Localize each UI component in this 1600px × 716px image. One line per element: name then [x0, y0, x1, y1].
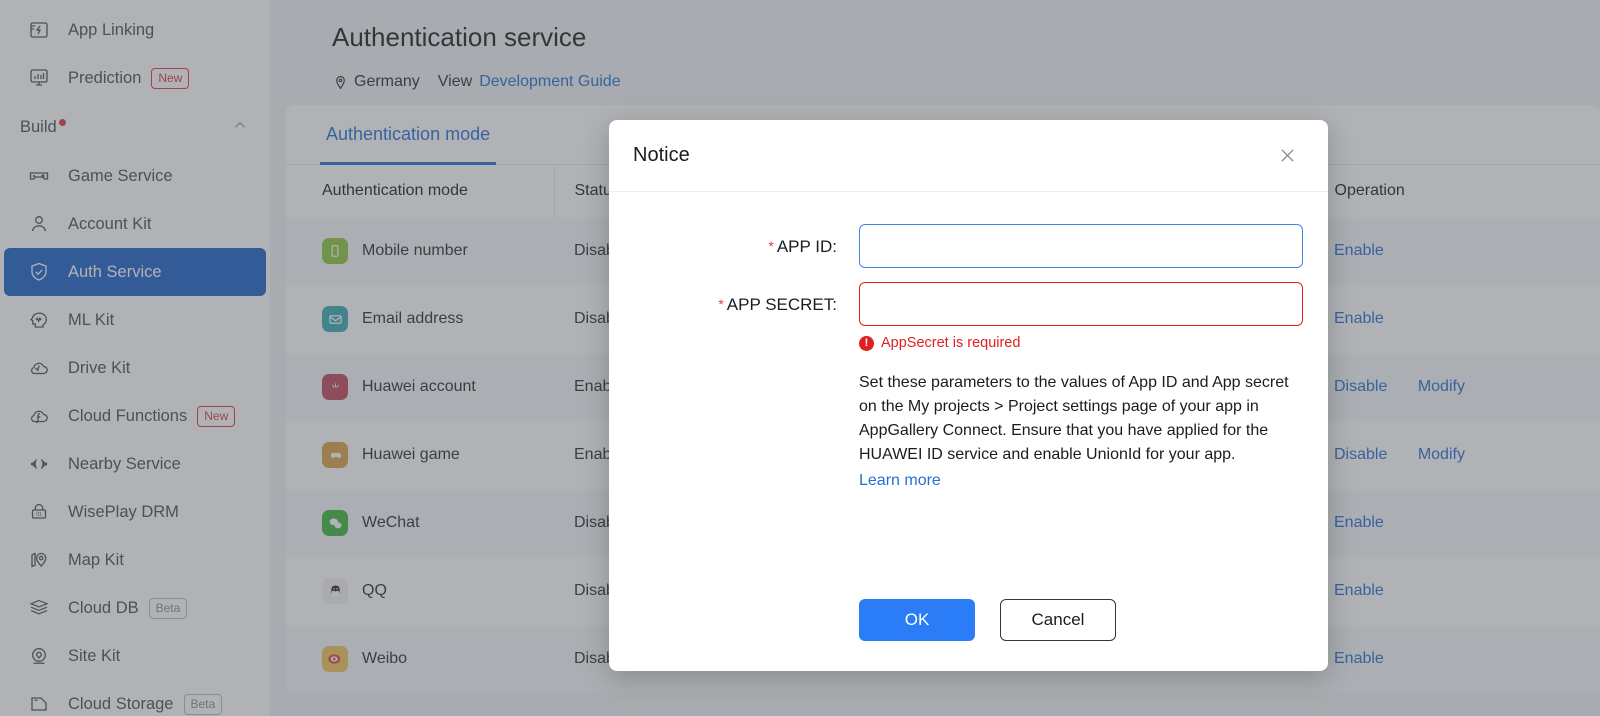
dialog-body: * APP ID: * APP SECRET: ! AppSecret is req…	[609, 192, 1328, 581]
error-text: AppSecret is required	[881, 335, 1021, 351]
notice-dialog: Notice * APP ID: * APP SECRET: ! AppSecr…	[609, 120, 1328, 671]
field-row-app-secret: * APP SECRET: ! AppSecret is required	[609, 282, 1303, 351]
required-asterisk: *	[718, 296, 724, 312]
field-row-app-id: * APP ID:	[609, 224, 1303, 268]
app-secret-input[interactable]	[859, 282, 1303, 326]
dialog-note: Set these parameters to the values of Ap…	[859, 371, 1291, 493]
app-id-label-text: APP ID:	[776, 237, 837, 256]
dialog-footer: OK Cancel	[609, 581, 1328, 671]
cancel-button[interactable]: Cancel	[1000, 599, 1116, 641]
app-secret-error: ! AppSecret is required	[859, 335, 1303, 351]
app-id-input[interactable]	[859, 224, 1303, 268]
close-icon[interactable]	[1272, 141, 1302, 171]
learn-more-link[interactable]: Learn more	[859, 469, 941, 493]
app-root: App Linking Prediction New Build Game Se…	[0, 0, 1600, 716]
dialog-header: Notice	[609, 120, 1328, 192]
app-secret-label: * APP SECRET:	[609, 282, 837, 315]
note-text: Set these parameters to the values of Ap…	[859, 374, 1289, 463]
app-id-label: * APP ID:	[609, 224, 837, 257]
error-icon: !	[859, 335, 874, 351]
app-secret-label-text: APP SECRET:	[726, 295, 837, 314]
required-asterisk: *	[768, 238, 774, 254]
ok-button[interactable]: OK	[859, 599, 975, 641]
dialog-title: Notice	[633, 144, 690, 166]
